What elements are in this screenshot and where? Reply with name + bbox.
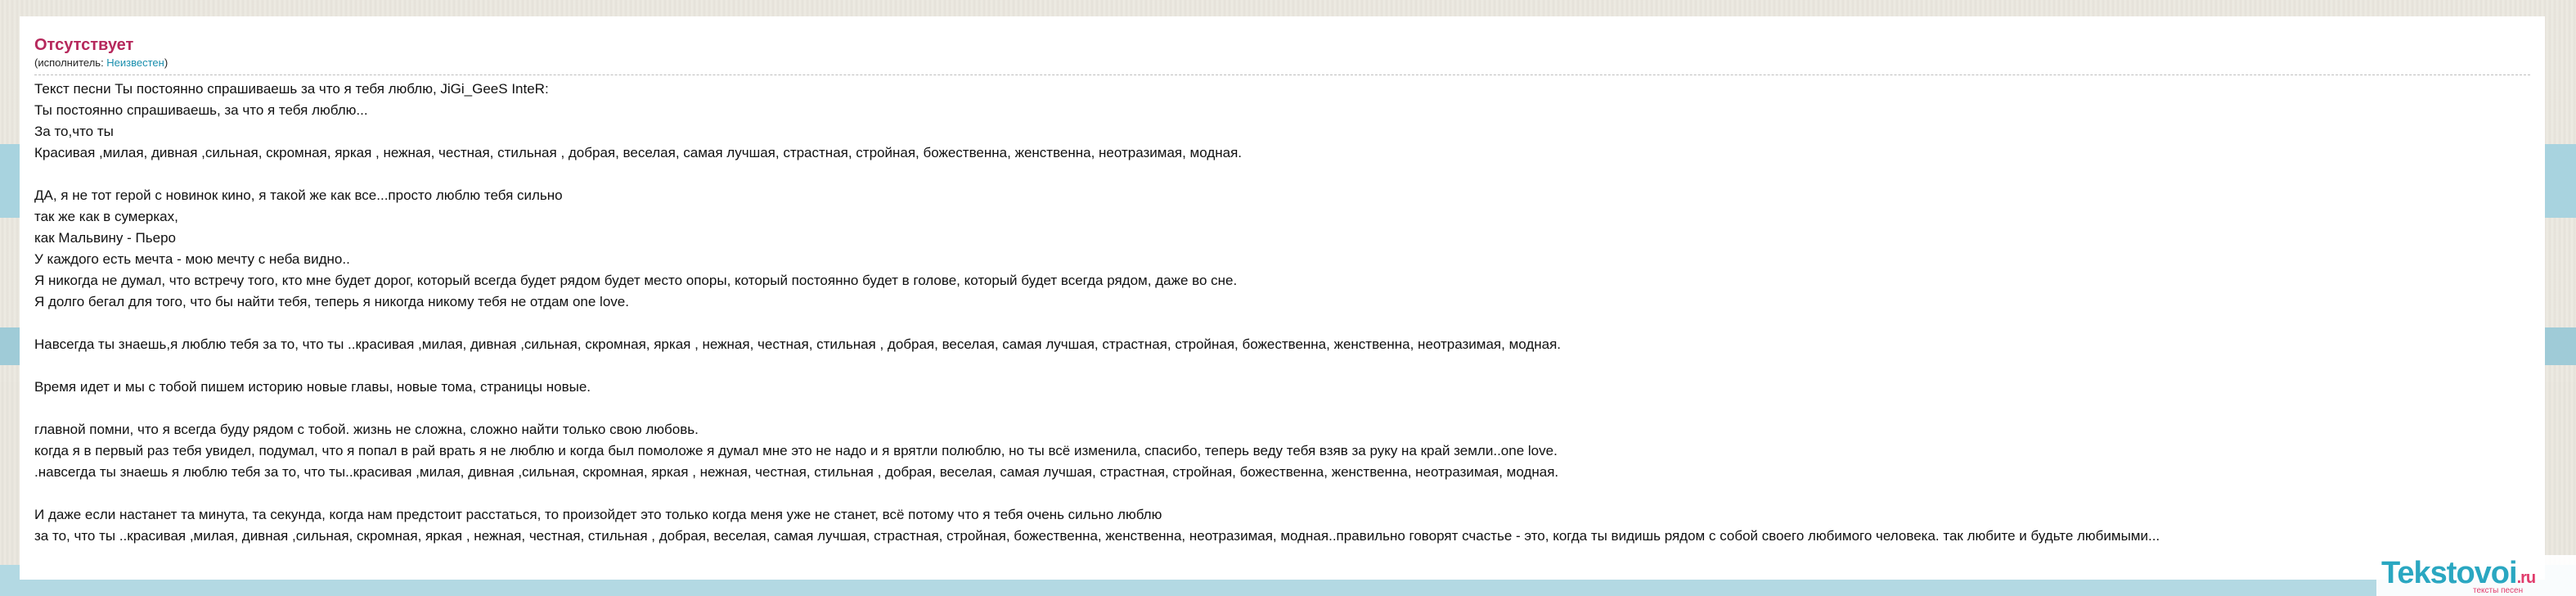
lyrics-line: И даже если настанет та минута, та секун… — [34, 507, 1162, 522]
artist-suffix: ) — [164, 56, 169, 69]
logo-tagline: тексты песен — [2473, 586, 2524, 595]
lyrics-line: .навсегда ты знаешь я люблю тебя за то, … — [34, 464, 1559, 480]
lyrics-text: Текст песни Ты постоянно спрашиваешь за … — [34, 79, 2530, 547]
lyrics-line: Красивая ,милая, дивная ,сильная, скромн… — [34, 145, 1243, 160]
lyrics-line: Я никогда не думал, что встречу того, кт… — [34, 273, 1238, 288]
lyrics-line: Навсегда ты знаешь,я люблю тебя за то, ч… — [34, 336, 1562, 352]
lyrics-card: Отсутствует (исполнитель: Неизвестен) Те… — [20, 16, 2545, 580]
lyrics-line: как Мальвину - Пьеро — [34, 230, 176, 246]
artist-link[interactable]: Неизвестен — [106, 56, 164, 69]
lyrics-line: За то,что ты — [34, 124, 114, 139]
lyrics-line: ДА, я не тот герой с новинок кино, я так… — [34, 187, 563, 203]
lyrics-line: Время идет и мы с тобой пишем историю но… — [34, 379, 591, 395]
lyrics-line: Я долго бегал для того, что бы найти теб… — [34, 294, 629, 309]
lyrics-line: когда я в первый раз тебя увидел, подума… — [34, 443, 1558, 458]
lyrics-line: за то, что ты ..красивая ,милая, дивная … — [34, 528, 2160, 544]
lyrics-line: главной помни, что я всегда буду рядом с… — [34, 422, 699, 437]
divider — [34, 74, 2530, 75]
lyrics-line: Текст песни Ты постоянно спрашиваешь за … — [34, 81, 549, 97]
lyrics-line: У каждого есть мечта - мою мечту с неба … — [34, 251, 350, 267]
lyrics-line: Ты постоянно спрашиваешь, за что я тебя … — [34, 102, 368, 118]
site-logo[interactable]: Tekstovoi.ru тексты песен — [2376, 555, 2576, 596]
song-title: Отсутствует — [34, 36, 134, 54]
artist-prefix: (исполнитель: — [34, 56, 107, 69]
artist-line: (исполнитель: Неизвестен) — [34, 56, 2530, 70]
lyrics-line: так же как в сумерках, — [34, 209, 178, 224]
